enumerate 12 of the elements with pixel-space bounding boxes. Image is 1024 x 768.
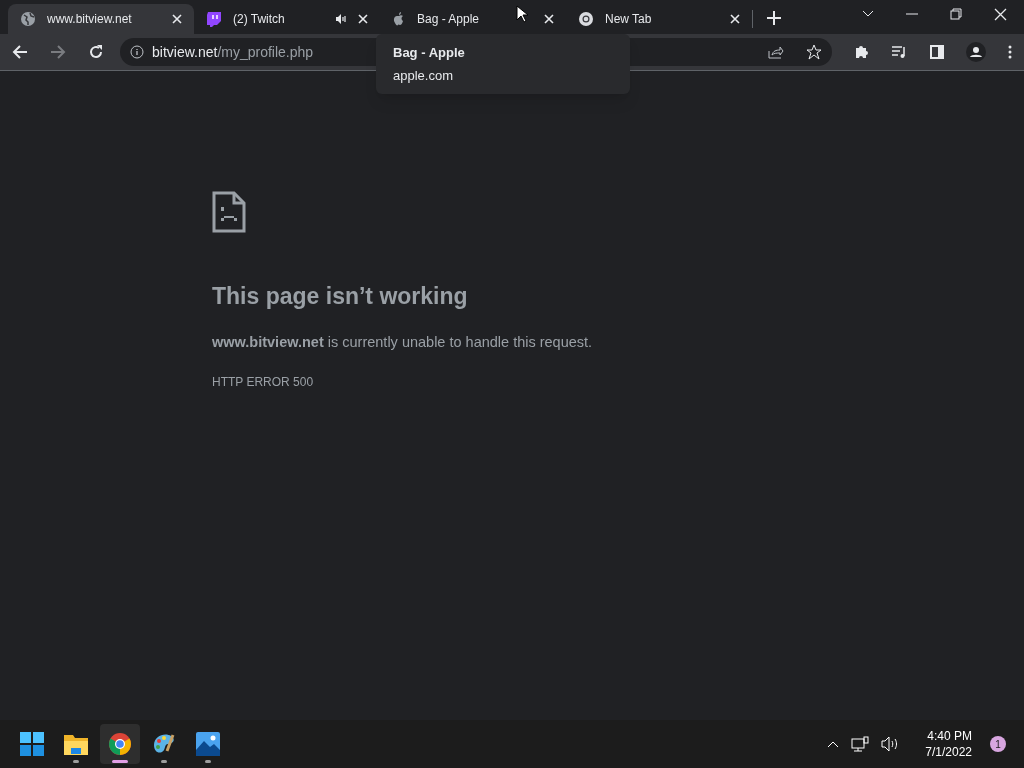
clock-time: 4:40 PM [927, 728, 972, 744]
tab-title: New Tab [605, 11, 652, 28]
tooltip-url: apple.com [393, 66, 454, 85]
tab-title: (2) Twitch [233, 11, 285, 28]
clock-date: 7/1/2022 [925, 744, 972, 760]
error-title: This page isn’t working [212, 282, 469, 311]
tab-title: Bag - Apple [417, 11, 480, 28]
tab-title: www.bitview.net [47, 11, 132, 28]
error-message: www.bitview.net is currently unable to handle this request. [212, 332, 594, 352]
error-code: HTTP ERROR 500 [212, 374, 315, 392]
url-text: bitview.net/my_profile.php [152, 42, 314, 62]
tooltip-title: Bag - Apple [393, 44, 466, 62]
